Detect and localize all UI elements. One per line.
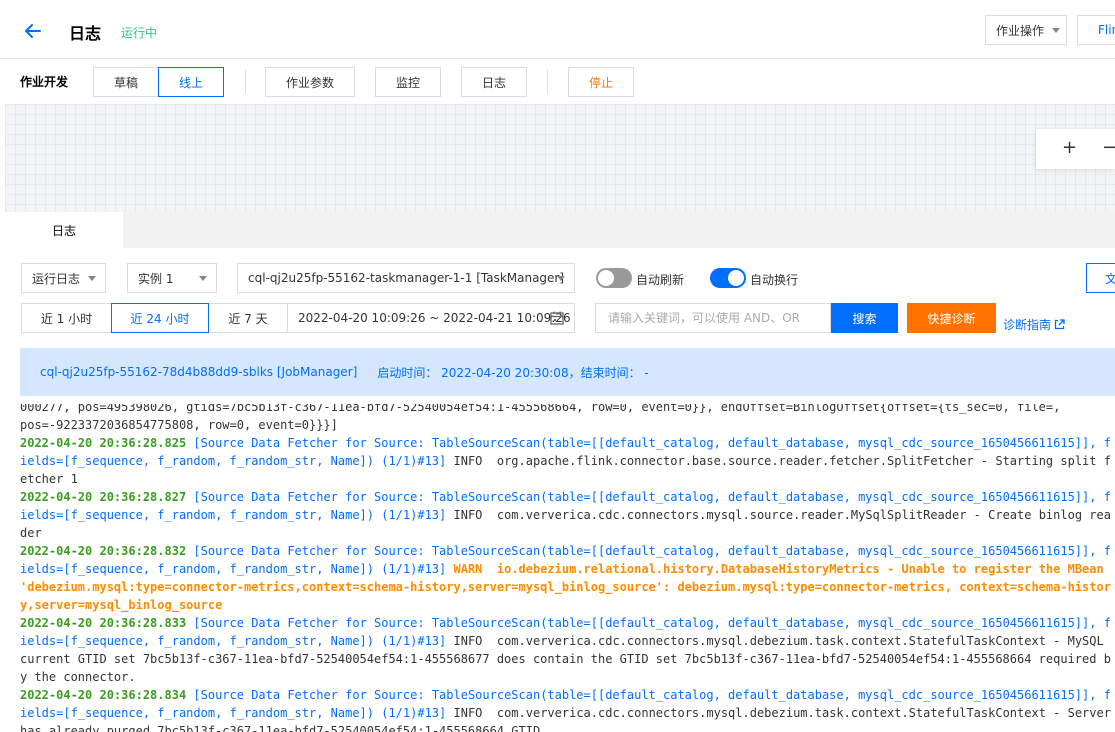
tab-log[interactable]: 日志 bbox=[5, 212, 123, 248]
monitor-label: 监控 bbox=[395, 75, 420, 90]
time-range-label: 近 1 小时 bbox=[40, 311, 93, 326]
time-range-24h[interactable]: 近 24 小时 bbox=[111, 303, 209, 333]
time-range-label: 近 24 小时 bbox=[130, 311, 190, 326]
log-line: pos=-9223372036854775808, row=0, event=0… bbox=[20, 418, 338, 432]
log-timestamp: 2022-04-20 20:36:28.825 bbox=[20, 436, 187, 450]
log-entry: 2022-04-20 20:36:28.833 [Source Data Fet… bbox=[20, 614, 1115, 686]
job-params-label: 作业参数 bbox=[285, 75, 334, 90]
chevron-down-icon bbox=[1052, 27, 1061, 33]
job-graph-canvas[interactable] bbox=[5, 104, 1115, 212]
instance-info-bar: cql-qj2u25fp-55162-78d4b88dd9-sblks [Job… bbox=[20, 348, 1115, 396]
instance-value: 实例 1 bbox=[138, 271, 174, 286]
log-entry: 2022-04-20 20:36:28.832 [Source Data Fet… bbox=[20, 542, 1115, 614]
flink-ui-button[interactable]: Flin bbox=[1077, 15, 1115, 45]
draft-button[interactable]: 草稿 bbox=[93, 67, 159, 97]
date-range-value: 2022-04-20 10:09:26 ~ 2022-04-21 10:09:2… bbox=[298, 311, 571, 325]
log-line: 000277, pos=495398026, gtids=7bc5b13f-c3… bbox=[20, 404, 1061, 414]
online-button[interactable]: 线上 bbox=[158, 67, 224, 97]
chevron-down-icon bbox=[88, 276, 96, 281]
chevron-down-icon bbox=[199, 276, 207, 281]
toolbar-divider bbox=[547, 70, 548, 94]
job-params-button[interactable]: 作业参数 bbox=[265, 67, 355, 97]
section-label: 作业开发 bbox=[20, 75, 69, 89]
log-button[interactable]: 日志 bbox=[461, 67, 527, 97]
log-output[interactable]: 000277, pos=495398026, gtids=7bc5b13f-c3… bbox=[20, 404, 1115, 732]
log-type-value: 运行日志 bbox=[32, 271, 81, 286]
back-arrow-icon[interactable] bbox=[22, 20, 44, 42]
log-entry: 2022-04-20 20:36:28.834 [Source Data Fet… bbox=[20, 686, 1115, 732]
log-entry: 2022-04-20 20:36:28.827 [Source Data Fet… bbox=[20, 488, 1115, 542]
tab-log-label: 日志 bbox=[51, 223, 76, 238]
quick-diagnose-label: 快捷诊断 bbox=[927, 311, 976, 326]
search-label: 搜索 bbox=[852, 311, 877, 326]
monitor-button[interactable]: 监控 bbox=[375, 67, 441, 97]
log-level: INFO bbox=[453, 706, 483, 720]
log-level: INFO bbox=[453, 454, 483, 468]
chevron-down-icon bbox=[557, 276, 565, 281]
log-level: INFO bbox=[453, 508, 483, 522]
diagnose-guide-label: 诊断指南 bbox=[1003, 318, 1052, 332]
auto-refresh-label: 自动刷新 bbox=[636, 273, 685, 287]
quick-diagnose-button[interactable]: 快捷诊断 bbox=[907, 303, 996, 333]
toggle-knob bbox=[728, 270, 744, 286]
draft-label: 草稿 bbox=[113, 75, 138, 90]
log-level: INFO bbox=[453, 634, 483, 648]
zoom-in-icon[interactable]: + bbox=[1062, 137, 1077, 158]
log-label: 日志 bbox=[481, 75, 506, 90]
date-range-picker[interactable]: 2022-04-20 10:09:26 ~ 2022-04-21 10:09:2… bbox=[287, 303, 575, 333]
log-level: WARN bbox=[453, 562, 483, 576]
diagnose-guide-link[interactable]: 诊断指南 bbox=[1003, 316, 1065, 333]
instance-name: cql-qj2u25fp-55162-78d4b88dd9-sblks [Job… bbox=[40, 365, 358, 379]
log-timestamp: 2022-04-20 20:36:28.832 bbox=[20, 544, 187, 558]
log-timestamp: 2022-04-20 20:36:28.833 bbox=[20, 616, 187, 630]
zoom-out-icon[interactable]: − bbox=[1102, 137, 1115, 158]
tab-bar bbox=[5, 212, 1115, 248]
instance-time-range: 启动时间： 2022-04-20 20:30:08，结束时间： - bbox=[377, 365, 649, 380]
auto-wrap-label: 自动换行 bbox=[750, 273, 799, 287]
page-header bbox=[0, 0, 1115, 59]
container-value: cql-qj2u25fp-55162-taskmanager-1-1 [Task… bbox=[248, 271, 565, 285]
log-type-select[interactable]: 运行日志 bbox=[21, 263, 106, 293]
log-entry: 2022-04-20 20:36:28.825 [Source Data Fet… bbox=[20, 434, 1115, 488]
log-timestamp: 2022-04-20 20:36:28.827 bbox=[20, 490, 187, 504]
time-range-1h[interactable]: 近 1 小时 bbox=[21, 303, 112, 333]
calendar-icon bbox=[550, 311, 564, 325]
stop-button[interactable]: 停止 bbox=[568, 67, 634, 97]
auto-wrap-toggle[interactable] bbox=[710, 268, 746, 288]
log-timestamp: 2022-04-20 20:36:28.834 bbox=[20, 688, 187, 702]
text-view-label: 文 bbox=[1105, 271, 1115, 286]
toggle-knob bbox=[598, 270, 614, 286]
job-operations-label: 作业操作 bbox=[996, 23, 1045, 38]
time-range-label: 近 7 天 bbox=[228, 311, 268, 326]
search-button[interactable]: 搜索 bbox=[831, 303, 898, 333]
zoom-controls: + − bbox=[1036, 129, 1115, 169]
container-select[interactable]: cql-qj2u25fp-55162-taskmanager-1-1 [Task… bbox=[237, 263, 575, 293]
time-range-7d[interactable]: 近 7 天 bbox=[208, 303, 288, 333]
job-status-badge: 运行中 bbox=[121, 26, 158, 40]
job-operations-dropdown[interactable]: 作业操作 bbox=[985, 15, 1067, 45]
toolbar-divider bbox=[245, 70, 246, 94]
page-title: 日志 bbox=[69, 24, 102, 43]
stop-label: 停止 bbox=[588, 75, 613, 90]
external-link-icon bbox=[1054, 319, 1065, 330]
instance-select[interactable]: 实例 1 bbox=[127, 263, 217, 293]
auto-refresh-toggle[interactable] bbox=[596, 268, 632, 288]
log-search-input[interactable] bbox=[595, 303, 831, 333]
online-label: 线上 bbox=[178, 75, 203, 90]
text-view-button[interactable]: 文 bbox=[1086, 263, 1115, 293]
flink-ui-label: Flin bbox=[1098, 23, 1115, 37]
